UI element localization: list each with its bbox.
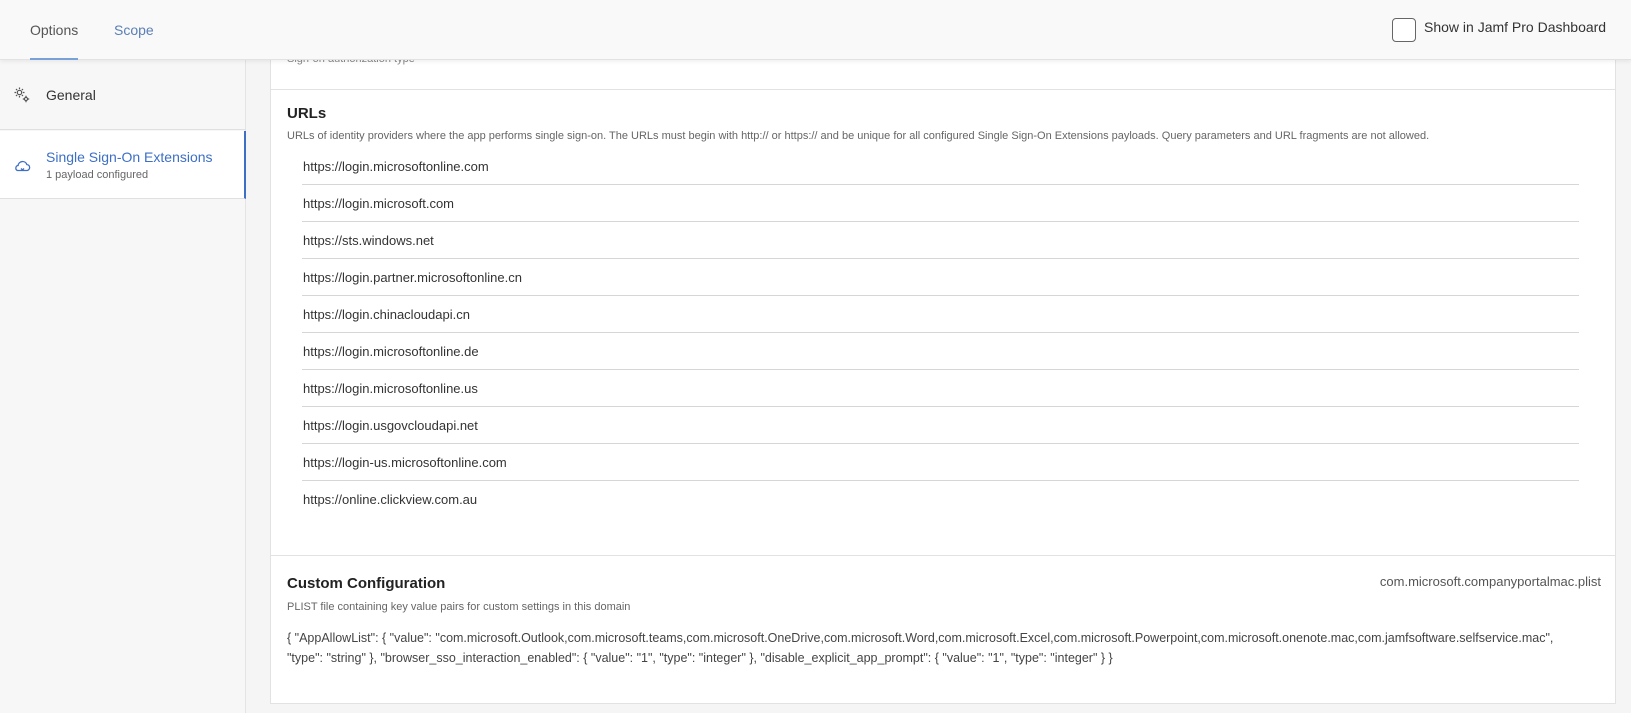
custom-config-description: PLIST file containing key value pairs fo… — [287, 601, 631, 613]
show-in-dashboard-checkbox[interactable] — [1392, 18, 1416, 42]
custom-config-title: Custom Configuration — [287, 575, 446, 592]
url-item[interactable]: https://login.microsoftonline.us — [302, 370, 1579, 407]
divider — [271, 555, 1615, 556]
url-item[interactable]: https://login.microsoftonline.de — [302, 333, 1579, 370]
urls-section-title: URLs — [287, 105, 327, 122]
urls-section-description: URLs of identity providers where the app… — [287, 130, 1430, 142]
tab-scope[interactable]: Scope — [114, 0, 154, 60]
url-item[interactable]: https://login.usgovcloudapi.net — [302, 407, 1579, 444]
url-list: https://login.microsoftonline.com https:… — [302, 148, 1579, 518]
url-item[interactable]: https://login.microsoft.com — [302, 185, 1579, 222]
url-item[interactable]: https://online.clickview.com.au — [302, 481, 1579, 518]
sidebar-item-label: General — [46, 87, 96, 103]
sidebar-item-general[interactable]: General — [0, 60, 246, 130]
cloud-icon — [13, 158, 31, 179]
url-item[interactable]: https://login.chinacloudapi.cn — [302, 296, 1579, 333]
tab-options[interactable]: Options — [30, 0, 79, 60]
url-item[interactable]: https://login.partner.microsoftonline.cn — [302, 259, 1579, 296]
sidebar-item-label: Single Sign-On Extensions — [46, 149, 213, 165]
sidebar-item-sso-extensions[interactable]: Single Sign-On Extensions 1 payload conf… — [0, 131, 246, 199]
divider — [271, 89, 1615, 90]
custom-config-domain: com.microsoft.companyportalmac.plist — [1379, 574, 1601, 589]
payload-panel: Sign-on authorization type URLs URLs of … — [270, 53, 1616, 704]
url-item[interactable]: https://login.microsoftonline.com — [302, 148, 1579, 185]
top-tab-bar: Options Scope Show in Jamf Pro Dashboard — [0, 0, 1631, 60]
sidebar: General Single Sign-On Extensions 1 payl… — [0, 60, 246, 713]
show-in-dashboard-label: Show in Jamf Pro Dashboard — [1424, 19, 1607, 35]
gears-icon — [13, 86, 31, 109]
url-item[interactable]: https://login-us.microsoftonline.com — [302, 444, 1579, 481]
url-item[interactable]: https://sts.windows.net — [302, 222, 1579, 259]
plist-content: { "AppAllowList": { "value": "com.micros… — [287, 631, 1554, 665]
sidebar-item-sublabel: 1 payload configured — [46, 169, 149, 181]
